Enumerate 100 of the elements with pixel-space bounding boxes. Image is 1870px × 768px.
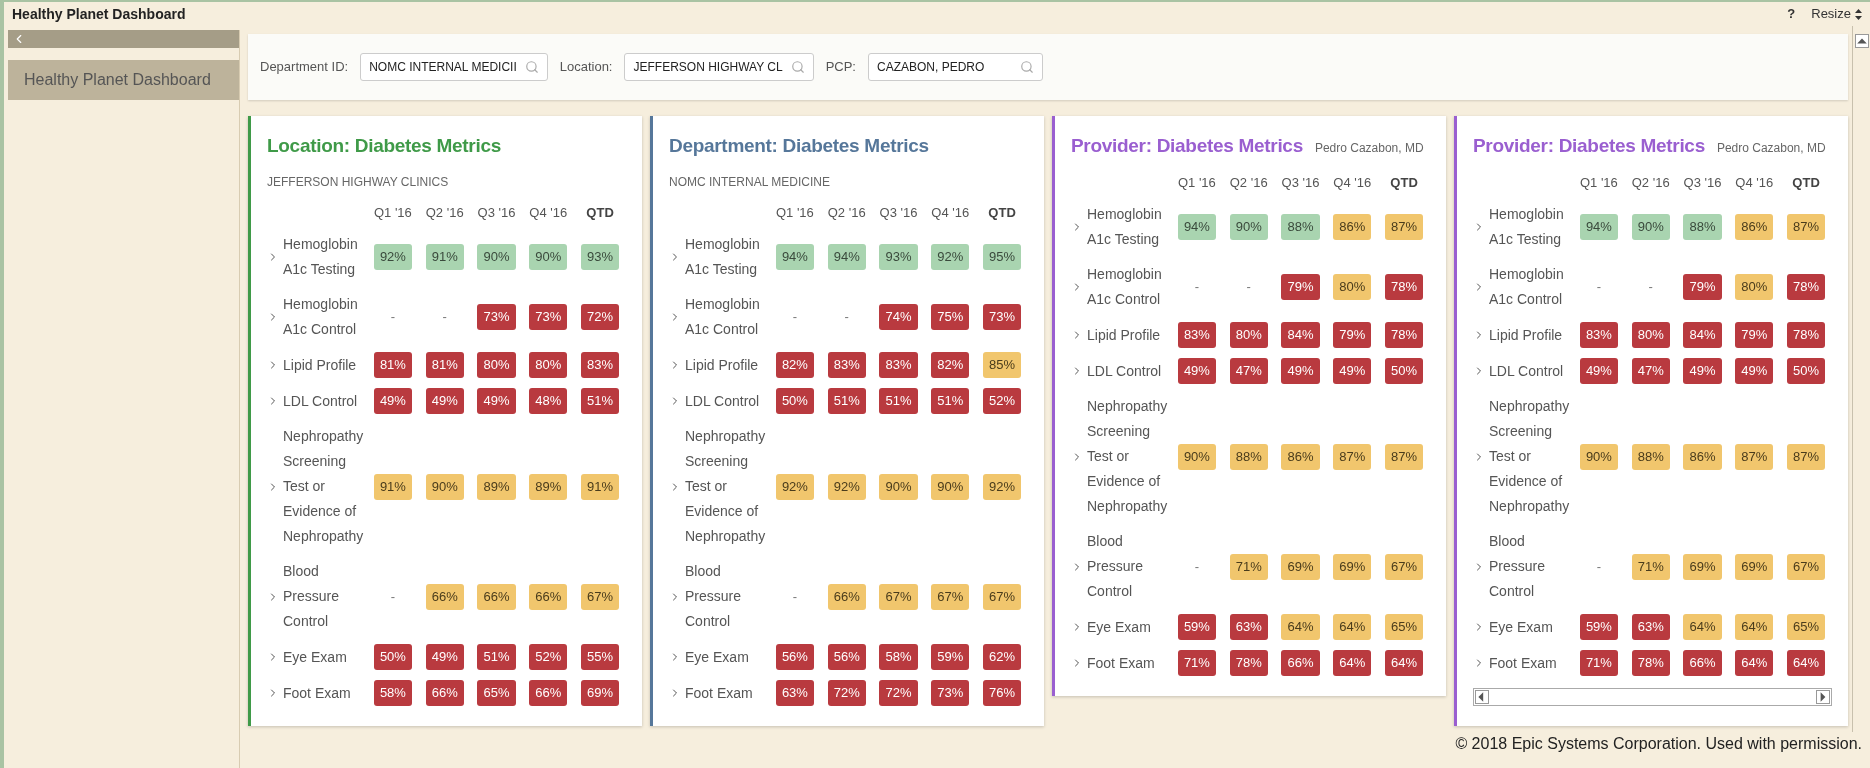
metric-value: 66% (425, 583, 464, 610)
metric-value: 47% (1631, 358, 1670, 384)
column-header: Q2 '16 (425, 203, 464, 222)
vertical-scrollbar[interactable] (1852, 26, 1870, 732)
metric-label: Eye Exam (685, 647, 750, 667)
card-subtitle: JEFFERSON HIGHWAY CLINICS (267, 173, 450, 191)
empty-value: - (792, 587, 798, 606)
card-title: Provider: Diabetes Metrics (1473, 134, 1705, 158)
metric-label: LDL Control (1087, 361, 1163, 381)
metric-value: 52% (529, 644, 568, 670)
column-header: Q4 '16 (529, 203, 568, 222)
metric-value: 92% (827, 473, 866, 500)
metric-label: Lipid Profile (685, 355, 760, 375)
filter-field[interactable]: JEFFERSON HIGHWAY CL (624, 53, 814, 81)
metric-value: 90% (1229, 214, 1268, 240)
metric-value: 87% (1385, 214, 1424, 240)
scroll-left-button[interactable] (1475, 690, 1489, 704)
filter-field[interactable]: NOMC INTERNAL MEDICII (360, 53, 548, 81)
filter-field[interactable]: CAZABON, PEDRO (867, 53, 1043, 81)
column-header: Q1 '16 (1579, 173, 1618, 192)
metric-value: 49% (425, 644, 464, 670)
metric-label: Hemoglobin A1c Testing (1087, 205, 1163, 249)
empty-value: - (1648, 278, 1653, 297)
search-icon[interactable] (1019, 60, 1034, 74)
metric-value: 94% (1579, 214, 1618, 240)
card-title: Location: Diabetes Metrics (267, 134, 502, 158)
column-header: Q1 '16 (373, 203, 412, 222)
metric-value: 49% (1333, 358, 1372, 384)
metric-label: Eye Exam (1489, 617, 1554, 637)
metric-value: 81% (425, 352, 464, 378)
metric-value: 69% (1735, 553, 1774, 580)
metric-value: 64% (1787, 650, 1826, 676)
column-header: Q3 '16 (1281, 173, 1320, 192)
metric-value: 48% (529, 388, 568, 414)
empty-value: - (1194, 557, 1200, 576)
column-header: Q4 '16 (1735, 173, 1774, 192)
metric-label: Foot Exam (283, 683, 352, 703)
empty-value: - (844, 308, 849, 327)
metric-value: 94% (775, 244, 814, 270)
search-icon[interactable] (790, 60, 805, 74)
metric-value: 59% (931, 644, 970, 670)
metric-label: LDL Control (1489, 361, 1565, 381)
card-subtitle: Pedro Cazabon, MD (1716, 140, 1826, 157)
metric-value: 90% (529, 244, 568, 270)
metric-value: 71% (1229, 553, 1268, 580)
metric-value: 80% (1631, 322, 1670, 348)
resize-button[interactable]: Resize (1811, 4, 1862, 24)
metric-value: 67% (1787, 553, 1826, 580)
help-button[interactable]: ? (1787, 4, 1796, 24)
metric-label: Hemoglobin A1c Control (685, 295, 761, 339)
metric-value: 51% (477, 644, 516, 670)
metric-label: Hemoglobin A1c Testing (1489, 205, 1565, 249)
column-header: Q2 '16 (827, 203, 866, 222)
metric-value: 66% (477, 583, 516, 610)
metric-value: 94% (827, 244, 866, 270)
metric-label: Blood Pressure Control (1489, 532, 1547, 601)
metric-value: 69% (1683, 553, 1722, 580)
metric-value: 49% (1177, 358, 1216, 384)
empty-value: - (390, 587, 396, 606)
sidebar-item[interactable]: Healthy Planet Dashboard (8, 60, 239, 100)
metric-value: 87% (1385, 443, 1424, 470)
metric-value: 67% (581, 583, 620, 610)
metric-value: 93% (879, 244, 918, 270)
metric-value: 66% (425, 680, 464, 706)
metric-value: 78% (1385, 322, 1424, 348)
metric-value: 69% (1333, 553, 1372, 580)
metric-value: 90% (1177, 443, 1216, 470)
metric-value: 65% (1385, 614, 1424, 640)
column-header: Q4 '16 (931, 203, 970, 222)
metric-value: 87% (1735, 443, 1774, 470)
metric-value: 93% (581, 244, 620, 270)
metric-value: 71% (1177, 650, 1216, 676)
metric-value: 85% (983, 352, 1022, 378)
metric-label: Blood Pressure Control (1087, 532, 1145, 601)
metric-value: 66% (529, 680, 568, 706)
metric-label: Nephropathy Screening Test or Evidence of Nephropathy (1489, 397, 1571, 516)
metric-value: 88% (1229, 443, 1268, 470)
metric-value: 49% (425, 388, 464, 414)
search-icon[interactable] (524, 60, 539, 74)
metric-value: 94% (1177, 214, 1216, 240)
metric-label: Nephropathy Screening Test or Evidence of Nephropathy (685, 427, 767, 546)
metric-value: 84% (1281, 322, 1320, 348)
metric-value: 82% (931, 352, 970, 378)
horizontal-scrollbar[interactable] (1473, 688, 1832, 706)
metric-value: 87% (1787, 443, 1826, 470)
metric-value: 47% (1229, 358, 1268, 384)
empty-value: - (390, 308, 396, 327)
metric-value: 65% (1787, 614, 1826, 640)
metric-value: 66% (1683, 650, 1722, 676)
metric-value: 79% (1333, 322, 1372, 348)
metric-value: 87% (1787, 214, 1826, 240)
metric-value: 90% (931, 473, 970, 500)
metric-value: 58% (373, 680, 412, 706)
metric-value: 90% (879, 473, 918, 500)
metric-value: 79% (1281, 274, 1320, 300)
metric-value: 78% (1787, 322, 1826, 348)
scroll-up-button[interactable] (1854, 34, 1869, 48)
metric-value: 76% (983, 680, 1022, 706)
scroll-right-button[interactable] (1816, 690, 1830, 704)
metric-value: 80% (1229, 322, 1268, 348)
